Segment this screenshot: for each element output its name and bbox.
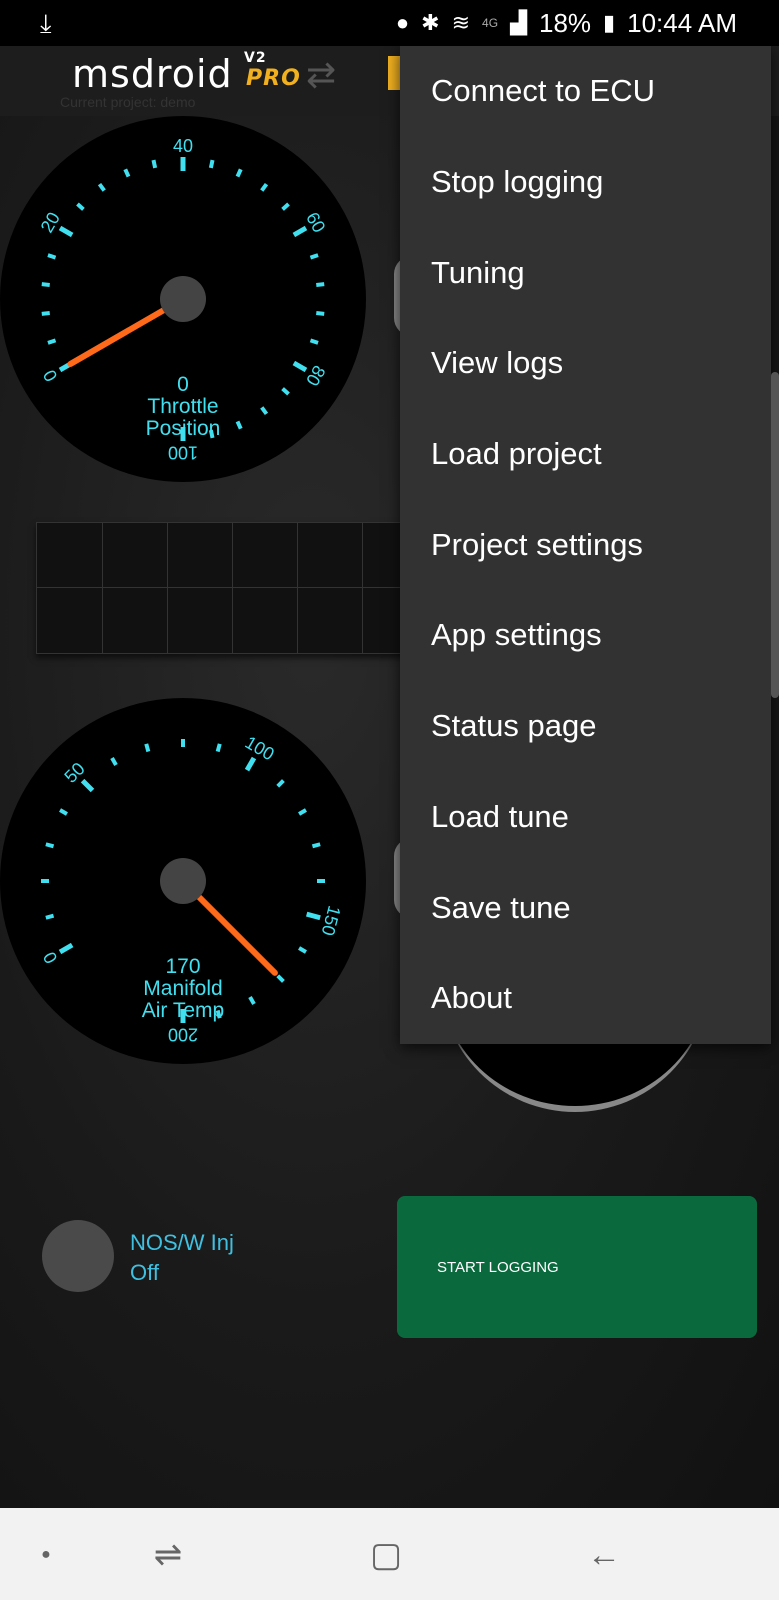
gauge-tick [58,942,74,955]
wifi-icon: ≋ [451,10,471,35]
nos-title: NOS/W Inj [130,1230,234,1255]
gauge-tick [244,756,257,772]
gauge-tick [59,808,68,816]
menu-item-about[interactable]: About [400,953,771,1044]
gauge-tick [47,253,57,260]
status-badge[interactable] [388,56,400,90]
gauge-tick [110,757,118,766]
nos-label: NOS/W Inj Off [130,1228,234,1288]
gauge-tick [276,779,285,788]
gauge-hub [160,276,206,322]
gauge-tick [292,225,308,238]
gauge-tick [45,913,55,920]
nos-indicator-light [42,1220,114,1292]
gauge-tick [47,338,57,345]
gauge-tick-label: 40 [173,136,193,156]
gauge-tick-label: 200 [168,1024,198,1044]
gauge-label-line2: Air Temp [141,999,225,1022]
gauge-tick [58,225,74,238]
gauge-tick [292,360,308,373]
back-icon[interactable]: ← [574,1530,634,1580]
gauge-tick [215,743,222,753]
gauge-tick [298,946,307,954]
gauge-value: 170 [165,955,201,978]
menu-item-load-tune[interactable]: Load tune [400,772,771,863]
download-icon: ⤓ [40,8,52,38]
recent-apps-icon[interactable]: ⇌ [138,1530,198,1580]
clock: 10:44 AM [627,7,737,38]
gauge-tick [316,311,325,316]
gauge-label-line1: Throttle [147,395,219,418]
dot-icon[interactable]: ● [16,1530,76,1580]
current-project: Current project: demo [60,94,196,110]
status-icons: ● ✱ ≋ 4G ▟ 18% ▮ 10:44 AM [396,0,737,46]
gauge-tick-label: 150 [317,904,344,938]
gauge-tick [281,202,290,211]
menu-item-stop-logging[interactable]: Stop logging [400,137,771,228]
status-bar: ⤓ ● ✱ ≋ 4G ▟ 18% ▮ 10:44 AM [0,0,779,46]
gauge-tick [305,911,321,921]
gauge-tick [309,253,319,260]
logo-edition: PRO [246,66,301,91]
scrollbar[interactable] [771,372,779,698]
gauge-tick [316,282,325,287]
menu-item-load-project[interactable]: Load project [400,409,771,500]
gauge-tick [309,338,319,345]
connection-arrows-icon[interactable]: ⇄ [306,54,336,96]
battery-percent: 18% [538,7,592,38]
logo-text: msdroid [72,52,233,96]
system-nav-bar: ● ⇌ ▢ ← [0,1508,779,1600]
gauge-tick [80,778,95,793]
gauge-tick [151,159,158,169]
gauge-tick [208,159,215,169]
home-icon[interactable]: ▢ [356,1530,416,1580]
gauge-tick-label: 60 [302,209,329,236]
log-graph[interactable] [36,522,410,654]
gauge-tick-label: 20 [37,209,64,236]
menu-item-tuning[interactable]: Tuning [400,227,771,318]
gauge-tick [123,168,131,178]
logo-version: V2 [244,50,267,66]
gauge-tick [41,282,50,287]
gauge-hub [160,858,206,904]
menu-item-view-logs[interactable]: View logs [400,318,771,409]
gauge-tick [260,182,269,192]
gauge-tick [311,842,321,849]
signal-icon: ▟ [510,10,527,35]
menu-item-save-tune[interactable]: Save tune [400,862,771,953]
location-icon: ● [395,10,410,35]
gauge-tick [235,168,243,178]
overflow-menu: Connect to ECU Stop logging Tuning View … [400,46,771,1044]
gauge-label-line2: Position [145,417,221,440]
manifold-air-temp-gauge[interactable]: 0 50 100 150 200 170 Manifold Air Temp [0,698,366,1064]
battery-icon: ▮ [603,10,616,35]
gauge-tick [45,842,55,849]
gauge-label-line1: Manifold [143,977,223,1000]
gauge-tick [76,202,85,211]
app-logo: msdroid V2 PRO [72,50,300,96]
gauge-tick [97,182,106,192]
menu-item-status-page[interactable]: Status page [400,681,771,772]
gauge-tick [41,311,50,316]
network-type: 4G [482,16,499,30]
gauge-tick [144,743,151,753]
menu-item-connect-to-ecu[interactable]: Connect to ECU [400,46,771,137]
gauge-tick-label: 100 [242,732,278,764]
gauge-tick-label: 100 [168,442,198,462]
gauge-tick [298,808,307,816]
nos-status: Off [130,1260,159,1285]
start-logging-button[interactable]: START LOGGING [397,1196,757,1338]
bluetooth-icon: ✱ [421,10,440,35]
throttle-position-gauge[interactable]: 0 20 40 60 80 100 0 Throttle Position [0,116,366,482]
menu-item-project-settings[interactable]: Project settings [400,499,771,590]
menu-item-app-settings[interactable]: App settings [400,590,771,681]
gauge-value: 0 [177,373,189,396]
